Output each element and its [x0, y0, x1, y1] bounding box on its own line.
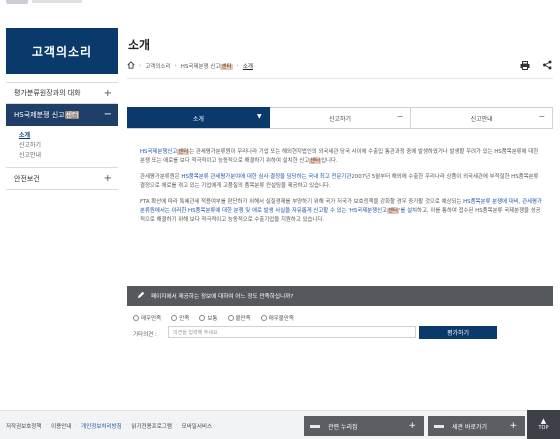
page-tools: [520, 60, 552, 70]
select-label: 관련 누리집: [328, 423, 358, 431]
footer-link[interactable]: 읽기전용프로그램: [131, 422, 171, 430]
survey-header: 페이지에서 제공하는 정보에 대하여 어느 정도 만족하십니까?: [127, 286, 553, 306]
separator-dot: ·: [75, 422, 78, 428]
scroll-top-button[interactable]: ▲ TOP: [527, 410, 560, 439]
subnav-item-guide[interactable]: 신고안내: [19, 151, 118, 161]
paragraph: 관세평가분류원은 HS품목분류 관세평가분야에 대한 심사·결정을 담당하는 국…: [140, 174, 539, 189]
divider: [127, 78, 553, 79]
footer-link-privacy[interactable]: 개인정보처리방침: [81, 422, 121, 430]
pencil-icon: [137, 291, 145, 301]
print-icon[interactable]: [520, 60, 530, 70]
bar-icon: [310, 424, 320, 428]
breadcrumb-item[interactable]: 고객의소리: [145, 62, 170, 70]
sidebar-item-dialogue[interactable]: 평가분류원장과의 대화 +: [6, 82, 118, 104]
chevron-right-icon: ›: [174, 63, 177, 69]
bar-icon: [434, 424, 444, 428]
breadcrumb: › 고객의소리 › HS국제분쟁 신고센터 › 소개: [127, 61, 253, 71]
footer-links: 저작권보호정책 · 이용안내 · 개인정보처리방침 · 읽기전용프로그램 · 모…: [6, 422, 212, 430]
satisfaction-options: 매우만족 만족 보통 불만족 매우불만족: [133, 314, 294, 322]
sidebar-item-label: 안전보건: [14, 174, 40, 183]
radio-circle[interactable]: [133, 315, 139, 321]
radio-very-dissatisfied[interactable]: 매우불만족: [260, 314, 294, 322]
breadcrumb-current: 소개: [242, 64, 253, 70]
logo[interactable]: [6, 0, 28, 4]
customs-shortcut-select[interactable]: 세관 바로가기 +: [428, 416, 525, 436]
intro-content: HS국제분쟁신고센터는 관세평가분류원이 우리나라 기업 또는 해외현지법인의 …: [140, 148, 542, 232]
plus-icon: +: [103, 173, 112, 184]
minus-icon: −: [396, 112, 404, 121]
radio-circle[interactable]: [227, 315, 234, 321]
logo-text: [32, 0, 82, 3]
plus-icon: +: [103, 87, 112, 99]
page-title: 소개: [128, 38, 151, 52]
minus-icon: −: [538, 112, 546, 121]
radio-dissatisfied[interactable]: 불만족: [227, 314, 251, 322]
plus-icon: +: [408, 421, 416, 431]
header-strip: [0, 0, 560, 6]
separator-dot: ·: [175, 422, 178, 428]
tab-label: 신고하기: [328, 115, 352, 123]
select-label: 세관 바로가기: [452, 423, 488, 431]
separator-dot: ·: [45, 422, 48, 428]
opinion-label: 기타의견 :: [133, 332, 157, 338]
radio-circle[interactable]: [199, 315, 206, 321]
footer-link[interactable]: 저작권보호정책: [6, 422, 41, 430]
footer-link[interactable]: 모바일서비스: [182, 422, 212, 430]
radio-neutral[interactable]: 보통: [199, 314, 218, 322]
tab-label: 신고안내: [470, 115, 493, 123]
radio-circle[interactable]: [260, 315, 267, 321]
radio-very-satisfied[interactable]: 매우만족: [133, 314, 161, 322]
subnav-item-intro[interactable]: 소개: [19, 131, 118, 141]
chevron-right-icon: ›: [139, 63, 142, 69]
radio-circle[interactable]: [171, 315, 178, 321]
radio-satisfied[interactable]: 만족: [171, 314, 189, 322]
footer: 저작권보호정책 · 이용안내 · 개인정보처리방침 · 읽기전용프로그램 · 모…: [0, 410, 560, 439]
top-label: TOP: [538, 425, 549, 431]
separator-dot: ·: [125, 422, 128, 428]
paragraph: FTA 확산에 따라 특혜관세 적용여부를 판단하기 위해서 실질경제를 부양하…: [140, 199, 542, 223]
sidebar-subnav: 소개 신고하기 신고안내: [6, 126, 118, 168]
tab-intro[interactable]: 소개 ▼: [127, 107, 270, 128]
sidebar-item-safety[interactable]: 안전보건 +: [6, 168, 118, 190]
minus-icon: −: [103, 109, 112, 120]
plus-icon: +: [509, 421, 517, 431]
related-sites-select[interactable]: 관련 누리집 +: [304, 416, 424, 436]
sidebar: 고객의소리 평가분류원장과의 대화 + HS국제분쟁 신고센터 − 소개 신고하…: [6, 28, 118, 190]
sidebar-item-label: HS국제분쟁 신고센터: [14, 110, 80, 119]
arrow-up-icon: ▲: [540, 417, 547, 425]
sidebar-item-hs-dispute[interactable]: HS국제분쟁 신고센터 −: [6, 104, 118, 126]
chevron-right-icon: ›: [236, 63, 239, 69]
opinion-input[interactable]: 의견을 입력해 주세요: [168, 326, 416, 338]
subnav-item-report[interactable]: 신고하기: [19, 141, 118, 151]
share-icon[interactable]: [542, 60, 552, 70]
submit-rating-button[interactable]: 평가하기: [419, 326, 497, 339]
paragraph: HS국제분쟁신고센터는 관세평가분류원이 우리나라 기업 또는 해외현지법인의 …: [140, 149, 539, 164]
home-icon[interactable]: [127, 61, 135, 71]
tab-label: 소개: [192, 115, 204, 123]
breadcrumb-item[interactable]: HS국제분쟁 신고센터: [181, 62, 233, 70]
survey-question: 페이지에서 제공하는 정보에 대하여 어느 정도 만족하십니까?: [151, 294, 294, 300]
footer-link[interactable]: 이용안내: [51, 422, 71, 430]
tab-bar: 소개 ▼ 신고하기 − 신고안내 −: [127, 107, 554, 129]
tab-guide[interactable]: 신고안내 −: [411, 107, 554, 128]
sidebar-item-label: 평가분류원장과의 대화: [14, 89, 81, 97]
chevron-down-icon: ▼: [257, 113, 262, 120]
tab-report[interactable]: 신고하기 −: [269, 107, 412, 128]
sidebar-title: 고객의소리: [6, 28, 118, 74]
